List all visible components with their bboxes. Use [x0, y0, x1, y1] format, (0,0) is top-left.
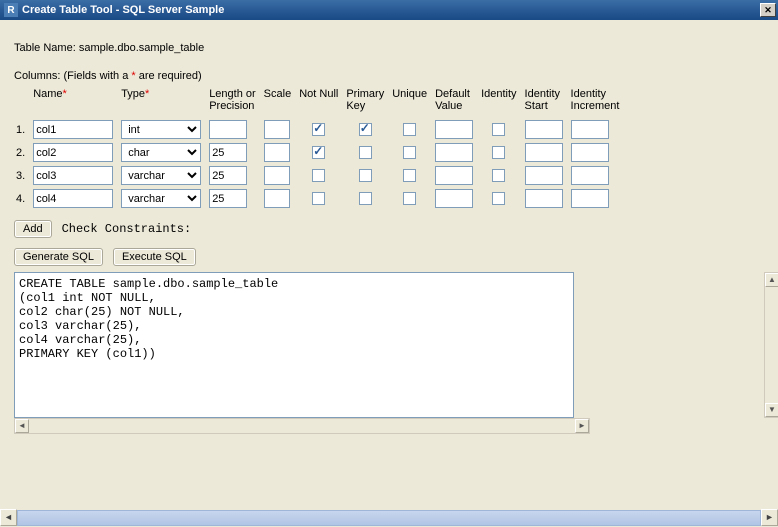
header-identity: Identity — [479, 86, 522, 118]
header-name: Name* — [31, 86, 119, 118]
sql-buttons-row: Generate SQL Execute SQL — [14, 248, 764, 266]
table-row: 1. intcharvarchar — [14, 118, 625, 141]
columns-table: Name* Type* Length or Precision Scale No… — [14, 86, 625, 210]
column-name-input[interactable] — [33, 143, 113, 162]
length-input[interactable] — [209, 120, 247, 139]
header-unique: Unique — [390, 86, 433, 118]
identity-checkbox[interactable] — [492, 192, 505, 205]
unique-checkbox[interactable] — [403, 146, 416, 159]
default-input[interactable] — [435, 120, 473, 139]
identity-checkbox[interactable] — [492, 169, 505, 182]
header-idinc: Identity Increment — [569, 86, 626, 118]
header-notnull: Not Null — [297, 86, 344, 118]
column-name-input[interactable] — [33, 166, 113, 185]
notnull-checkbox[interactable] — [312, 146, 325, 159]
primarykey-checkbox[interactable] — [359, 123, 372, 136]
identity-increment-input[interactable] — [571, 120, 609, 139]
scroll-down-icon[interactable]: ▼ — [765, 403, 778, 417]
titlebar: R Create Table Tool - SQL Server Sample … — [0, 0, 778, 20]
column-name-input[interactable] — [33, 120, 113, 139]
default-input[interactable] — [435, 189, 473, 208]
sql-vertical-scrollbar[interactable]: ▲ ▼ — [764, 272, 778, 418]
header-default: Default Value — [433, 86, 479, 118]
execute-sql-button[interactable]: Execute SQL — [113, 248, 196, 266]
table-name-row: Table Name: sample.dbo.sample_table — [14, 42, 764, 54]
default-input[interactable] — [435, 166, 473, 185]
sql-output[interactable] — [14, 272, 574, 418]
scroll-left-icon[interactable]: ◄ — [15, 419, 29, 433]
unique-checkbox[interactable] — [403, 192, 416, 205]
notnull-checkbox[interactable] — [312, 169, 325, 182]
add-button[interactable]: Add — [14, 220, 52, 238]
column-name-input[interactable] — [33, 189, 113, 208]
window-horizontal-scrollbar[interactable]: ◄ ► — [0, 509, 778, 527]
window-title: Create Table Tool - SQL Server Sample — [22, 4, 760, 16]
unique-checkbox[interactable] — [403, 169, 416, 182]
unique-checkbox[interactable] — [403, 123, 416, 136]
identity-checkbox[interactable] — [492, 146, 505, 159]
table-name-label: Table Name: — [14, 42, 76, 54]
column-type-select[interactable]: intcharvarchar — [121, 166, 201, 185]
identity-checkbox[interactable] — [492, 123, 505, 136]
window-scroll-right-icon[interactable]: ► — [761, 509, 778, 526]
header-idstart: Identity Start — [523, 86, 569, 118]
app-icon: R — [4, 3, 18, 17]
sql-output-wrap: ▲ ▼ ◄ ► — [14, 272, 764, 434]
header-length: Length or Precision — [207, 86, 261, 118]
scale-input[interactable] — [264, 166, 290, 185]
window-scroll-left-icon[interactable]: ◄ — [0, 509, 17, 526]
scroll-up-icon[interactable]: ▲ — [765, 273, 778, 287]
row-number: 2. — [14, 141, 31, 164]
scale-input[interactable] — [264, 189, 290, 208]
primarykey-checkbox[interactable] — [359, 192, 372, 205]
columns-label: Columns: (Fields with a * are required) — [14, 70, 764, 82]
notnull-checkbox[interactable] — [312, 192, 325, 205]
table-name-value: sample.dbo.sample_table — [79, 42, 204, 54]
column-type-select[interactable]: intcharvarchar — [121, 189, 201, 208]
primarykey-checkbox[interactable] — [359, 146, 372, 159]
identity-increment-input[interactable] — [571, 189, 609, 208]
header-type: Type* — [119, 86, 207, 118]
identity-start-input[interactable] — [525, 166, 563, 185]
check-constraints-label: Check Constraints: — [62, 222, 192, 236]
column-type-select[interactable]: intcharvarchar — [121, 120, 201, 139]
length-input[interactable] — [209, 189, 247, 208]
scale-input[interactable] — [264, 120, 290, 139]
primarykey-checkbox[interactable] — [359, 169, 372, 182]
length-input[interactable] — [209, 166, 247, 185]
column-type-select[interactable]: intcharvarchar — [121, 143, 201, 162]
length-input[interactable] — [209, 143, 247, 162]
row-number: 3. — [14, 164, 31, 187]
identity-start-input[interactable] — [525, 143, 563, 162]
identity-start-input[interactable] — [525, 120, 563, 139]
table-row: 2. intcharvarchar — [14, 141, 625, 164]
table-row: 4. intcharvarchar — [14, 187, 625, 210]
scale-input[interactable] — [264, 143, 290, 162]
header-pk: Primary Key — [344, 86, 390, 118]
add-row: Add Check Constraints: — [14, 220, 764, 238]
scroll-right-icon[interactable]: ► — [575, 419, 589, 433]
close-icon[interactable]: ✕ — [760, 3, 776, 17]
default-input[interactable] — [435, 143, 473, 162]
row-number: 4. — [14, 187, 31, 210]
content-area: Table Name: sample.dbo.sample_table Colu… — [0, 20, 778, 509]
identity-increment-input[interactable] — [571, 166, 609, 185]
identity-increment-input[interactable] — [571, 143, 609, 162]
header-scale: Scale — [262, 86, 298, 118]
sql-horizontal-scrollbar[interactable]: ◄ ► — [14, 418, 590, 434]
generate-sql-button[interactable]: Generate SQL — [14, 248, 103, 266]
identity-start-input[interactable] — [525, 189, 563, 208]
table-row: 3. intcharvarchar — [14, 164, 625, 187]
row-number: 1. — [14, 118, 31, 141]
notnull-checkbox[interactable] — [312, 123, 325, 136]
